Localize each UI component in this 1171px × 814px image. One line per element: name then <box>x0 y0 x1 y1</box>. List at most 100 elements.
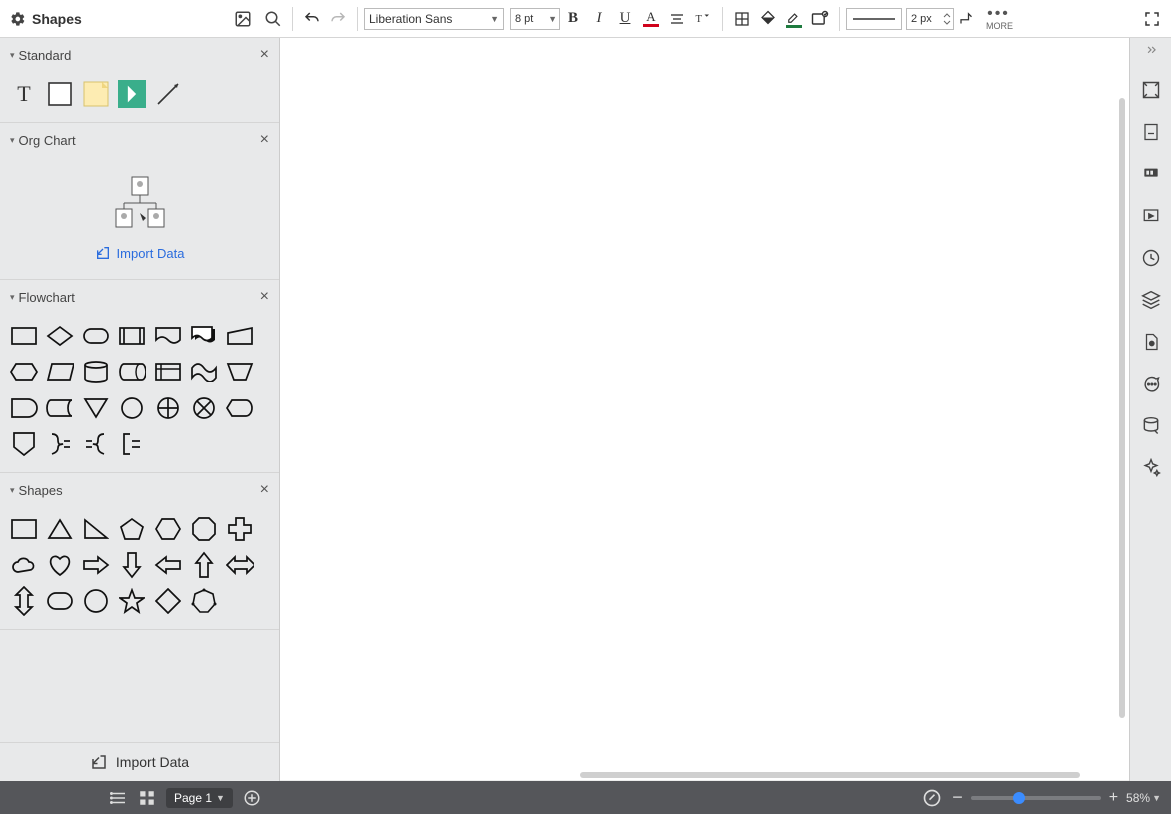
shape-note-left[interactable] <box>82 430 110 458</box>
close-icon[interactable]: × <box>260 46 269 64</box>
shape-hexagon[interactable] <box>154 515 182 543</box>
shape-papetape[interactable] <box>190 358 218 386</box>
shape-diamond[interactable] <box>154 587 182 615</box>
zoom-in-button[interactable]: + <box>1109 789 1118 807</box>
panel-header-flowchart[interactable]: ▾Flowchart × <box>0 280 279 314</box>
search-icon[interactable] <box>260 6 286 32</box>
align-button[interactable] <box>664 6 690 32</box>
text-options-button[interactable]: T <box>690 6 716 32</box>
shape-offpage[interactable] <box>10 430 38 458</box>
navigator-icon[interactable] <box>1137 76 1165 104</box>
shape-decision[interactable] <box>46 322 74 350</box>
shape-options-button[interactable] <box>807 6 833 32</box>
shape-connector[interactable] <box>118 394 146 422</box>
border-color-button[interactable] <box>781 6 807 32</box>
shape-terminator[interactable] <box>82 322 110 350</box>
shape-right-triangle[interactable] <box>82 515 110 543</box>
shape-arrow-ud[interactable] <box>10 587 38 615</box>
history-icon[interactable] <box>1137 244 1165 272</box>
shape-predefined[interactable] <box>118 322 146 350</box>
shape-or[interactable] <box>154 394 182 422</box>
shape-multidoc[interactable] <box>190 322 218 350</box>
shape-orgchart[interactable] <box>10 165 269 237</box>
close-icon[interactable]: × <box>260 481 269 499</box>
shape-pentagon[interactable] <box>118 515 146 543</box>
shape-note[interactable] <box>82 80 110 108</box>
shape-hotspot[interactable] <box>118 80 146 108</box>
actions-icon[interactable] <box>1137 202 1165 230</box>
shape-annotation[interactable] <box>118 430 146 458</box>
shape-summing[interactable] <box>190 394 218 422</box>
more-button[interactable]: ••• <box>986 7 1012 21</box>
shape-delay[interactable] <box>10 394 38 422</box>
shape-line[interactable] <box>154 80 182 108</box>
scrollbar-vertical[interactable] <box>1119 98 1125 718</box>
zoom-value-button[interactable]: 58% ▼ <box>1126 791 1161 805</box>
panel-header-shapes[interactable]: ▾Shapes × <box>0 473 279 507</box>
shape-arrow-lr[interactable] <box>226 551 254 579</box>
shape-arrow-up[interactable] <box>190 551 218 579</box>
zoom-slider-thumb[interactable] <box>1013 792 1025 804</box>
shape-text[interactable]: T <box>10 80 38 108</box>
outline-view-icon[interactable] <box>110 789 128 807</box>
bold-button[interactable]: B <box>560 6 586 32</box>
line-routing-button[interactable] <box>954 6 980 32</box>
shape-fill-button[interactable] <box>729 6 755 32</box>
shape-triangle[interactable] <box>46 515 74 543</box>
line-style-select[interactable] <box>846 8 902 30</box>
shape-arrow-right[interactable] <box>82 551 110 579</box>
data-icon[interactable] <box>1137 412 1165 440</box>
font-select[interactable]: Liberation Sans ▼ <box>364 8 504 30</box>
shape-manualop[interactable] <box>226 358 254 386</box>
shape-internalstorage[interactable] <box>154 358 182 386</box>
panel-header-orgchart[interactable]: ▾Org Chart × <box>0 123 279 157</box>
shape-block[interactable] <box>46 80 74 108</box>
redo-button[interactable] <box>325 6 351 32</box>
context-icon[interactable] <box>1137 160 1165 188</box>
shape-rounded-rect[interactable] <box>46 587 74 615</box>
orgchart-import-link[interactable]: Import Data <box>10 237 269 265</box>
shape-rectangle[interactable] <box>10 515 38 543</box>
shape-octagon[interactable] <box>190 515 218 543</box>
text-color-button[interactable]: A <box>638 6 664 32</box>
undo-button[interactable] <box>299 6 325 32</box>
shape-cloud[interactable] <box>10 551 38 579</box>
shape-cross[interactable] <box>226 515 254 543</box>
page-select[interactable]: Page 1 ▼ <box>166 788 233 808</box>
panel-header-standard[interactable]: ▾Standard × <box>0 38 279 72</box>
shape-bracket-right[interactable] <box>46 430 74 458</box>
comments-icon[interactable] <box>1137 370 1165 398</box>
close-icon[interactable]: × <box>260 288 269 306</box>
fullscreen-button[interactable] <box>1139 6 1165 32</box>
zoom-out-button[interactable]: − <box>952 787 963 808</box>
close-icon[interactable]: × <box>260 131 269 149</box>
canvas-area[interactable] <box>280 38 1129 781</box>
page-settings-icon[interactable] <box>1137 118 1165 146</box>
shape-process[interactable] <box>10 322 38 350</box>
shape-document[interactable] <box>154 322 182 350</box>
layers-icon[interactable] <box>1137 286 1165 314</box>
shape-database[interactable] <box>82 358 110 386</box>
shape-arrow-down[interactable] <box>118 551 146 579</box>
document-icon[interactable] <box>1137 328 1165 356</box>
ai-sparkle-icon[interactable] <box>1137 454 1165 482</box>
line-width-select[interactable]: 2 px <box>906 8 954 30</box>
collapse-dock-icon[interactable] <box>1130 44 1171 62</box>
more-label[interactable]: MORE <box>986 21 1013 31</box>
grid-view-icon[interactable] <box>138 789 156 807</box>
shape-arrow-left[interactable] <box>154 551 182 579</box>
italic-button[interactable]: I <box>586 6 612 32</box>
shape-star[interactable] <box>118 587 146 615</box>
shape-merge[interactable] <box>82 394 110 422</box>
edit-mode-icon[interactable] <box>922 788 942 808</box>
shape-manualinput[interactable] <box>226 322 254 350</box>
fill-bucket-button[interactable] <box>755 6 781 32</box>
scrollbar-horizontal[interactable] <box>580 772 1080 778</box>
underline-button[interactable]: U <box>612 6 638 32</box>
shape-storeddata[interactable] <box>46 394 74 422</box>
shape-directdata[interactable] <box>118 358 146 386</box>
gear-icon[interactable] <box>10 11 26 27</box>
sidebar-footer-import[interactable]: Import Data <box>0 742 279 781</box>
shape-data[interactable] <box>46 358 74 386</box>
font-size-select[interactable]: 8 pt ▼ <box>510 8 560 30</box>
